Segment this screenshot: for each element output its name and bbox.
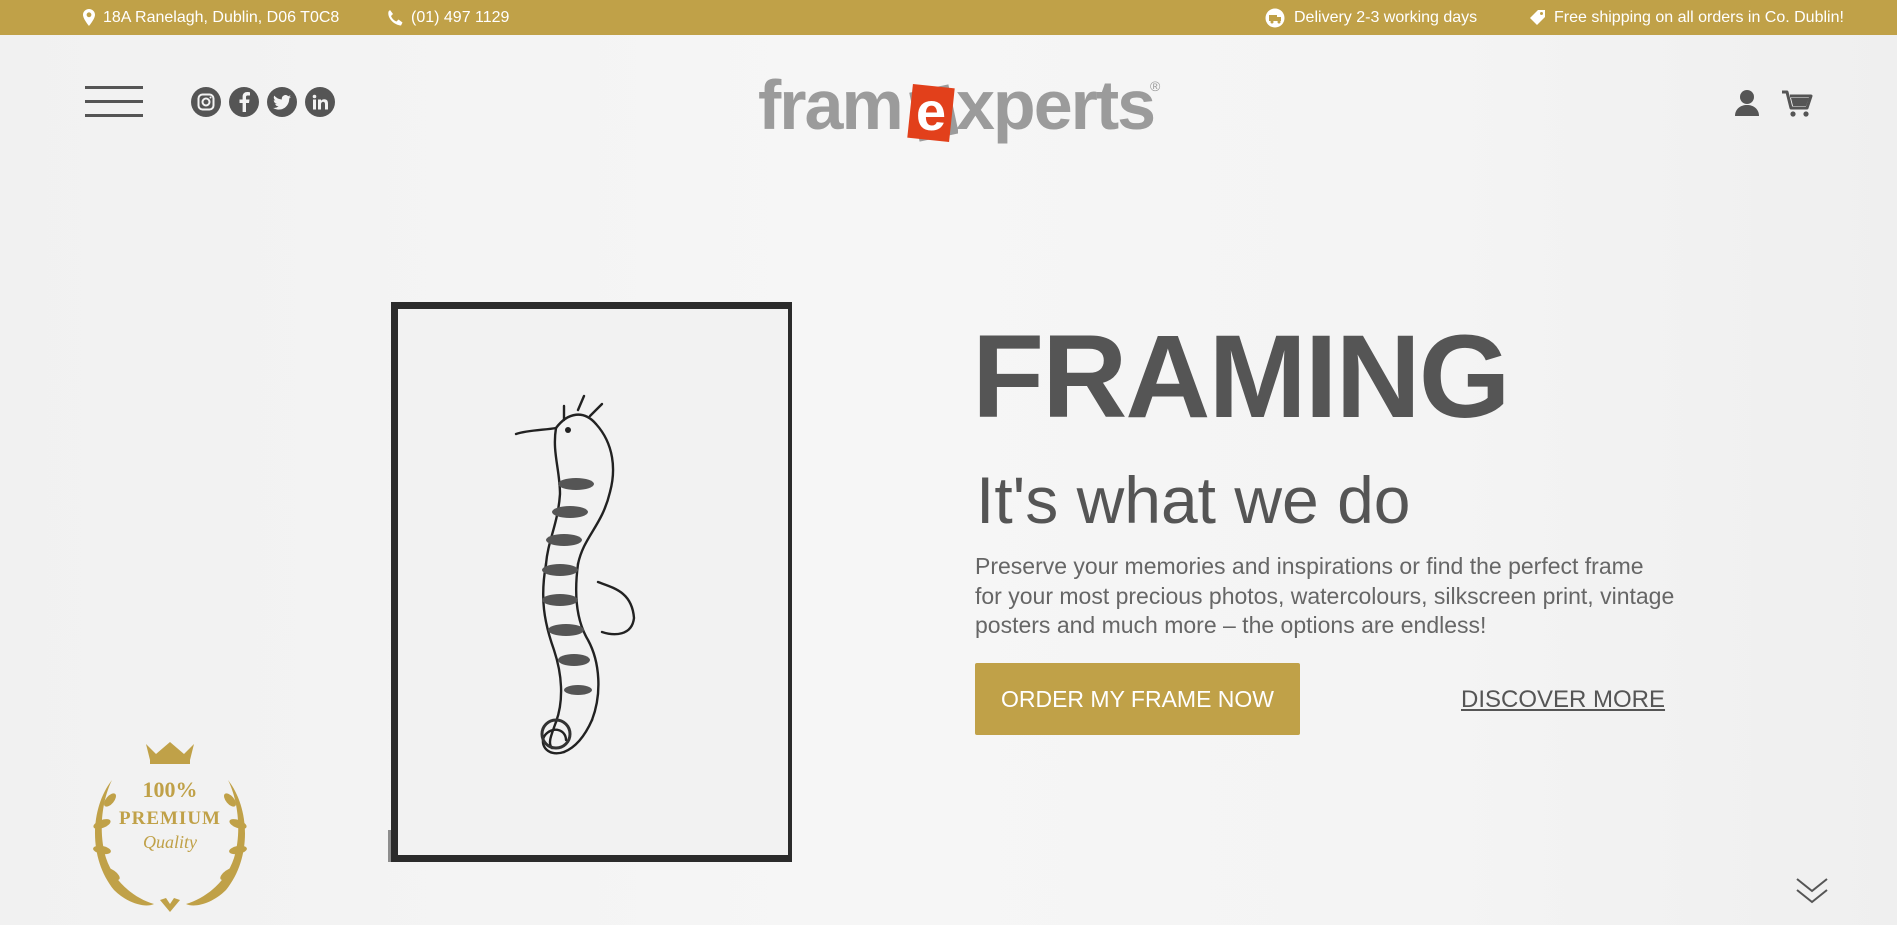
badge-premium-text: PREMIUM — [119, 808, 221, 829]
delivery-item: Delivery 2-3 working days — [1264, 0, 1477, 35]
logo-registered-mark: ® — [1150, 78, 1161, 94]
hero-headline: FRAMING — [972, 311, 1511, 443]
menu-hamburger-button[interactable] — [85, 86, 143, 118]
instagram-icon[interactable] — [191, 87, 221, 117]
tag-icon — [1530, 10, 1545, 25]
cart-icon[interactable] — [1780, 86, 1814, 120]
linkedin-icon[interactable] — [305, 87, 335, 117]
badge-percent-text: 100% — [143, 777, 198, 802]
hero-framed-seahorse-image — [388, 302, 792, 862]
logo-text-part2: xperts — [956, 66, 1156, 144]
address-text: 18A Ranelagh, Dublin, D06 T0C8 — [103, 8, 340, 26]
shipping-text: Free shipping on all orders in Co. Dubli… — [1554, 8, 1844, 26]
location-pin-icon — [83, 9, 95, 26]
facebook-icon[interactable] — [229, 87, 259, 117]
order-my-frame-button[interactable]: ORDER MY FRAME NOW — [975, 663, 1300, 735]
account-icon[interactable] — [1730, 86, 1764, 120]
discover-more-link[interactable]: DISCOVER MORE — [1461, 686, 1665, 714]
logo-e-letter: e — [916, 82, 946, 142]
badge-quality-text: Quality — [143, 832, 197, 852]
phone-text[interactable]: (01) 497 1129 — [411, 9, 509, 27]
hero-description: Preserve your memories and inspirations … — [975, 553, 1675, 638]
phone-icon — [388, 9, 403, 25]
shipping-item: Free shipping on all orders in Co. Dubli… — [1529, 0, 1844, 35]
delivery-icon — [1265, 8, 1285, 27]
premium-quality-badge: 100% PREMIUM Quality — [93, 742, 247, 912]
logo-text-part1: fram — [758, 66, 904, 144]
hero-subhead: It's what we do — [976, 463, 1411, 537]
address-item: 18A Ranelagh, Dublin, D06 T0C8 — [83, 0, 339, 35]
top-info-bar: 18A Ranelagh, Dublin, D06 T0C8 (01) 497 … — [0, 0, 1897, 35]
phone-item[interactable]: (01) 497 1129 — [387, 0, 509, 35]
hero-section — [0, 35, 1897, 925]
delivery-text: Delivery 2-3 working days — [1294, 8, 1478, 26]
logo-e-mark: e — [907, 82, 958, 143]
twitter-icon[interactable] — [267, 87, 297, 117]
frameexperts-logo[interactable]: fram e xperts ® — [758, 70, 1168, 160]
scroll-down-chevron-icon[interactable] — [1795, 875, 1829, 907]
